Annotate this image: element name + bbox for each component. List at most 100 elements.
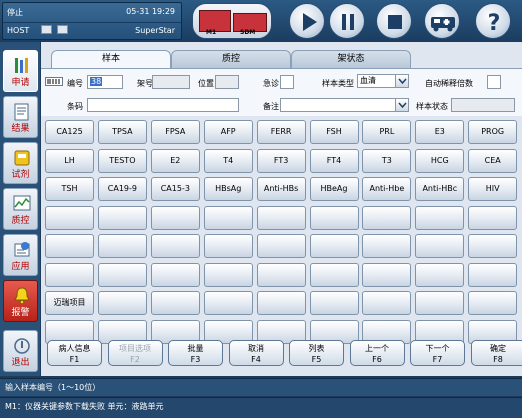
sidebar-item-application[interactable]: 应用	[3, 234, 38, 276]
test-button[interactable]: PROG	[468, 120, 518, 144]
empty-test-slot[interactable]	[362, 205, 412, 230]
sample-no-input[interactable]: 38	[87, 75, 123, 89]
test-button[interactable]: Anti-HBs	[256, 177, 306, 201]
fkey-button-f5[interactable]: 列表 F5	[289, 340, 344, 366]
test-button[interactable]: HCG	[415, 148, 465, 173]
tab-sample[interactable]: 样本	[51, 50, 171, 69]
test-button[interactable]: Anti-HBc	[415, 177, 465, 201]
empty-test-slot[interactable]	[203, 291, 253, 315]
test-button[interactable]: CA19-9	[97, 177, 147, 201]
test-button[interactable]: PRL	[362, 120, 412, 144]
test-button[interactable]: FPSA	[150, 120, 200, 144]
stat-checkbox[interactable]	[280, 75, 294, 89]
empty-test-slot[interactable]	[256, 262, 306, 287]
empty-test-slot[interactable]	[256, 291, 306, 315]
empty-test-slot[interactable]	[45, 234, 94, 258]
sidebar-item-results[interactable]: 结果	[3, 96, 38, 138]
analyzer-status-button[interactable]: M1 SDM	[192, 3, 272, 39]
empty-test-slot[interactable]	[468, 205, 518, 230]
test-button[interactable]: FT4	[309, 148, 359, 173]
empty-test-slot[interactable]	[309, 234, 359, 258]
test-button[interactable]: 迈瑞项目	[45, 291, 94, 315]
tab-rack-status[interactable]: 架状态	[291, 50, 411, 68]
empty-test-slot[interactable]	[150, 205, 200, 230]
help-button[interactable]: ?	[475, 3, 511, 39]
fkey-label: 确定	[490, 344, 506, 353]
test-button[interactable]: LH	[45, 148, 94, 173]
sidebar-item-qc[interactable]: 质控	[3, 188, 38, 230]
empty-test-slot[interactable]	[203, 205, 253, 230]
test-button[interactable]: Anti-Hbe	[362, 177, 412, 201]
test-button[interactable]: CA125	[45, 120, 94, 144]
test-button[interactable]: HBeAg	[309, 177, 359, 201]
test-button[interactable]: TSH	[45, 177, 94, 201]
test-button[interactable]: TESTO	[97, 148, 147, 173]
empty-test-slot[interactable]	[203, 234, 253, 258]
fkey-shortcut: F5	[311, 355, 322, 364]
stop-button[interactable]	[376, 3, 412, 39]
sidebar-item-alarm[interactable]: 报警	[3, 280, 38, 322]
empty-test-slot[interactable]	[415, 234, 465, 258]
fkey-button-f4[interactable]: 取消 F4	[228, 340, 284, 366]
test-button[interactable]: HBsAg	[203, 177, 253, 201]
empty-test-slot[interactable]	[150, 262, 200, 287]
barcode-input[interactable]	[87, 98, 239, 112]
sidebar-item-label: 退出	[11, 358, 30, 368]
empty-test-slot[interactable]	[309, 262, 359, 287]
empty-test-slot[interactable]	[97, 262, 147, 287]
empty-test-slot[interactable]	[45, 262, 94, 287]
test-button[interactable]: T3	[362, 148, 412, 173]
pause-button[interactable]	[329, 3, 365, 39]
sample-type-select[interactable]: 血清	[357, 74, 409, 88]
fkey-button-f8[interactable]: 确定 F8	[470, 340, 522, 366]
emergency-button[interactable]	[424, 3, 460, 39]
empty-test-slot[interactable]	[150, 234, 200, 258]
test-button[interactable]: HIV	[468, 177, 518, 201]
test-button[interactable]: TPSA	[97, 120, 147, 144]
empty-test-slot[interactable]	[97, 234, 147, 258]
empty-test-slot[interactable]	[256, 205, 306, 230]
empty-test-slot[interactable]	[150, 291, 200, 315]
empty-test-slot[interactable]	[309, 291, 359, 315]
empty-test-slot[interactable]	[362, 291, 412, 315]
empty-test-slot[interactable]	[256, 234, 306, 258]
sidebar-item-exit[interactable]: 退出	[3, 330, 38, 372]
empty-test-slot[interactable]	[468, 262, 518, 287]
empty-test-slot[interactable]	[362, 262, 412, 287]
fkey-button-f7[interactable]: 下一个 F7	[410, 340, 465, 366]
auto-dilution-checkbox[interactable]	[487, 75, 501, 89]
test-button[interactable]: AFP	[203, 120, 253, 144]
position-input[interactable]	[215, 75, 239, 89]
empty-test-slot[interactable]	[97, 205, 147, 230]
fkey-button-f2[interactable]: 项目选项 F2	[107, 340, 163, 366]
test-button[interactable]: FT3	[256, 148, 306, 173]
empty-test-slot[interactable]	[309, 205, 359, 230]
empty-test-slot[interactable]	[362, 234, 412, 258]
note-select[interactable]	[280, 98, 409, 112]
test-button[interactable]: E3	[415, 120, 465, 144]
test-button[interactable]: T4	[203, 148, 253, 173]
fkey-shortcut: F6	[372, 355, 382, 364]
sidebar-item-request[interactable]: 申请	[3, 50, 38, 92]
empty-test-slot[interactable]	[415, 291, 465, 315]
empty-test-slot[interactable]	[468, 234, 518, 258]
test-button[interactable]: CA15-3	[150, 177, 200, 201]
fkey-button-f6[interactable]: 上一个 F6	[349, 340, 405, 366]
test-button[interactable]: CEA	[468, 148, 518, 173]
fkey-label: 项目选项	[119, 344, 151, 353]
test-button[interactable]: E2	[150, 148, 200, 173]
empty-test-slot[interactable]	[468, 291, 518, 315]
empty-test-slot[interactable]	[415, 205, 465, 230]
tab-qc[interactable]: 质控	[171, 50, 291, 68]
empty-test-slot[interactable]	[203, 262, 253, 287]
fkey-button-f1[interactable]: 病人信息 F1	[47, 340, 102, 366]
test-button[interactable]: FSH	[309, 120, 359, 144]
empty-test-slot[interactable]	[45, 205, 94, 230]
start-button[interactable]	[289, 3, 325, 39]
sidebar-item-reagent[interactable]: 试剂	[3, 142, 38, 184]
empty-test-slot[interactable]	[97, 291, 147, 315]
empty-test-slot[interactable]	[415, 262, 465, 287]
test-button[interactable]: FERR	[256, 120, 306, 144]
rack-input[interactable]	[152, 75, 190, 89]
fkey-button-f3[interactable]: 批量 F3	[168, 340, 223, 366]
